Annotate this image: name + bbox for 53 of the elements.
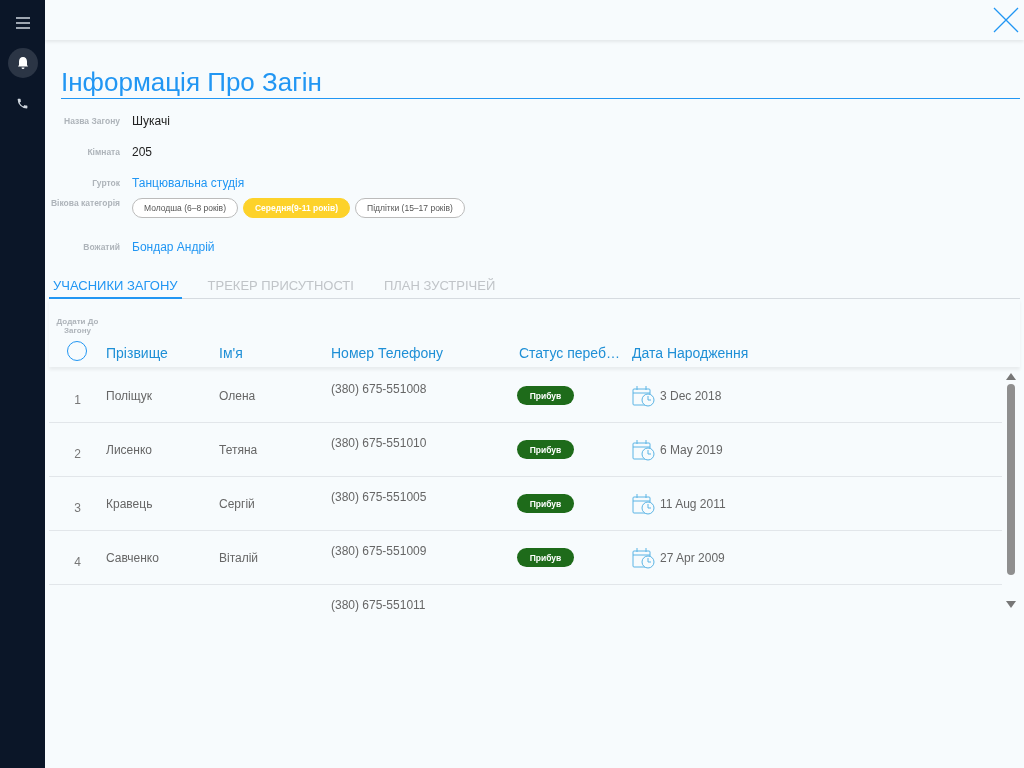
column-header[interactable]: Прізвище (106, 345, 219, 361)
status-badge: Прибув (517, 386, 574, 405)
close-icon[interactable] (992, 6, 1020, 34)
tab[interactable]: УЧАСНИКИ ЗАГОНУ (49, 272, 182, 299)
table-cell-text: Поліщук (106, 388, 153, 403)
field-link[interactable]: Танцювальна студія (132, 175, 245, 190)
table-cell-text: Сергій (219, 496, 256, 511)
add-to-group-label: Додати До Загону (55, 317, 100, 335)
field-label: Кімната (86, 146, 120, 157)
field-label: Вікова категорія (49, 198, 120, 208)
calendar-clock-icon (632, 492, 656, 515)
status-badge: Прибув (517, 440, 574, 459)
table-cell-text: Савченко (106, 550, 160, 565)
table-cell: 6 May 2019 (660, 442, 723, 457)
calendar-clock-icon (632, 384, 656, 407)
page-title: Інформація Про Загін (61, 66, 1020, 99)
table-cell-text: Олена (219, 388, 257, 403)
column-header[interactable]: Номер Телефону (331, 345, 519, 361)
table-cell-text: (380) 675-551005 (331, 489, 428, 504)
calendar-clock-icon (632, 438, 656, 461)
table-cell: 3 Dec 2018 (660, 388, 722, 403)
status-badge: Прибув (517, 494, 574, 513)
table-cell-text: Кравець (106, 496, 154, 511)
age-chip[interactable]: Підлітки (15–17 років) (355, 198, 465, 218)
row-number: 2 (73, 445, 82, 461)
row-number: 4 (73, 553, 82, 569)
row-number: 1 (73, 391, 82, 407)
table-cell-text: Віталій (219, 550, 260, 565)
table-cell-text: (380) 675-551011 (331, 597, 427, 612)
field-label: Вожатий (82, 241, 120, 252)
row-number: 3 (73, 499, 82, 515)
bell-icon[interactable] (7, 48, 38, 78)
field-link[interactable]: Бондар Андрій (132, 239, 215, 254)
table-cell-text: (380) 675-551008 (331, 381, 428, 396)
field-label: Гурток (91, 177, 120, 188)
field-value: 205 (132, 144, 153, 159)
field-label: Назва Загону (63, 115, 120, 126)
table-cell: 27 Apr 2009 (660, 550, 725, 565)
scrollbar-thumb[interactable] (1007, 384, 1015, 575)
calendar-clock-icon (632, 546, 656, 569)
field-value: Шукачі (132, 113, 170, 128)
column-header[interactable]: Ім'я (219, 345, 331, 361)
table-cell-text: (380) 675-551010 (331, 435, 428, 450)
age-chip[interactable]: Молодша (6–8 років) (132, 198, 238, 218)
table-cell-text: Тетяна (219, 442, 259, 457)
table-cell-text: Лисенко (106, 442, 153, 457)
scroll-up-icon[interactable] (1006, 373, 1016, 380)
table-cell-text: (380) 675-551009 (331, 543, 428, 558)
table-cell: 11 Aug 2011 (660, 496, 726, 511)
scroll-down-icon[interactable] (1006, 601, 1016, 608)
status-badge: Прибув (517, 548, 574, 567)
column-header[interactable]: Статус переб… (519, 345, 632, 361)
column-header[interactable]: Дата Народження (632, 345, 1020, 361)
